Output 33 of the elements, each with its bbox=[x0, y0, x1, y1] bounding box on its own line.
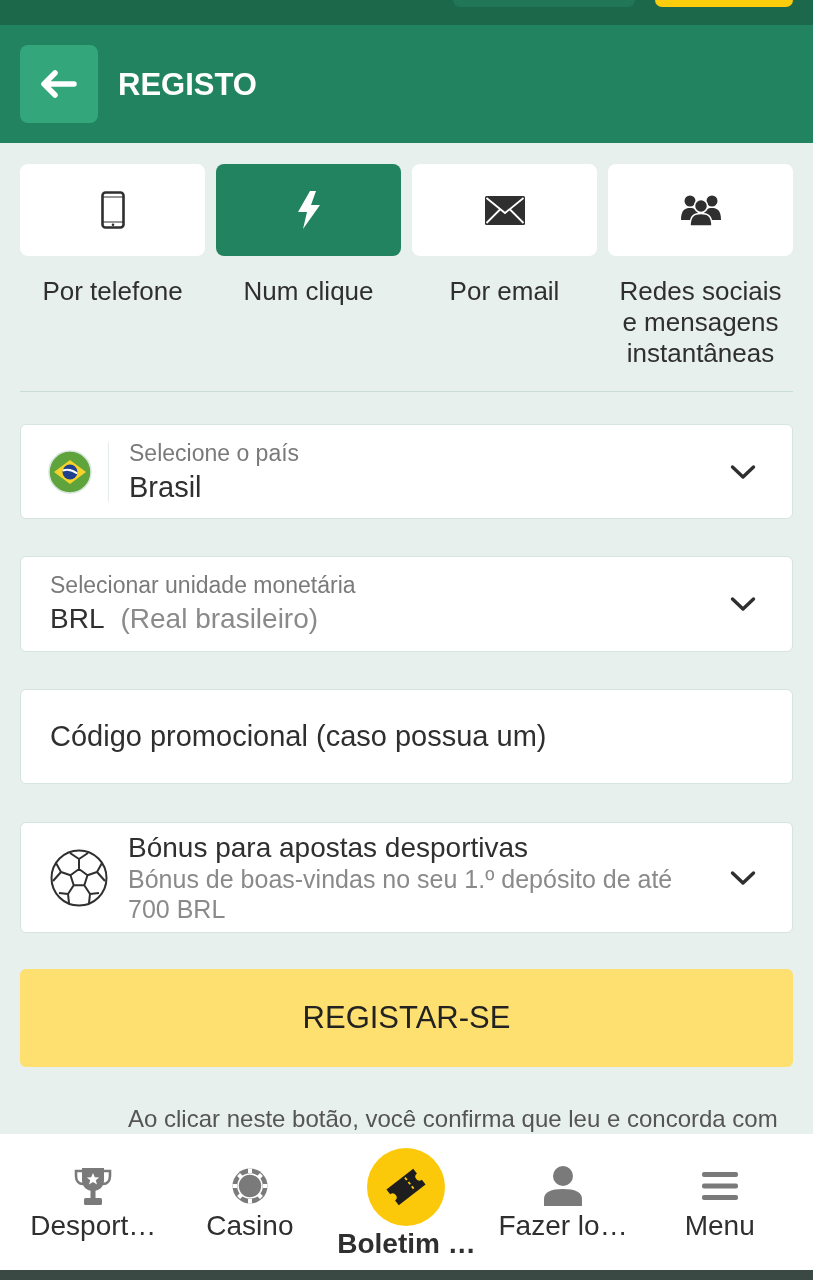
menu-icon bbox=[701, 1172, 738, 1200]
trophy-icon bbox=[73, 1166, 114, 1206]
brazil-flag-icon bbox=[48, 449, 92, 494]
disclaimer-text: Ao clicar neste botão, você confirma que leu e concorda com bbox=[128, 1105, 779, 1133]
soccer-ball-icon bbox=[50, 848, 108, 907]
poker-chip-icon bbox=[231, 1168, 268, 1204]
person-icon bbox=[544, 1166, 583, 1206]
chevron-down-icon bbox=[730, 869, 756, 886]
chevron-down-icon bbox=[730, 463, 756, 480]
bonus-select[interactable]: Bónus para apostas desportivas Bónus de boas-vindas no seu 1.º depósito de até 700 BRL bbox=[20, 822, 793, 933]
phone-icon bbox=[100, 191, 125, 229]
nav-item[interactable]: Fazer lo… bbox=[484, 1134, 642, 1270]
nav-item[interactable]: Casino bbox=[171, 1134, 329, 1270]
registration-method-tab[interactable]: Num clique bbox=[216, 164, 401, 369]
envelope-icon bbox=[484, 195, 525, 225]
lightning-icon bbox=[295, 191, 322, 229]
registration-method-tab[interactable]: Por telefone bbox=[20, 164, 205, 369]
nav-item[interactable]: Boletim … bbox=[328, 1134, 485, 1270]
currency-select[interactable]: Selecionar unidade monetária BRL (Real brasileiro) bbox=[20, 556, 793, 652]
nav-item[interactable]: Menu bbox=[641, 1134, 798, 1270]
country-select[interactable]: Selecione o país Brasil bbox=[20, 424, 793, 519]
registration-method-tab[interactable]: Redes sociais e mensagens instantâneas bbox=[608, 164, 793, 369]
registration-method-tab[interactable]: Por email bbox=[412, 164, 597, 369]
ticket-icon bbox=[367, 1148, 446, 1226]
nav-item[interactable]: Desport… bbox=[15, 1134, 172, 1270]
chevron-down-icon bbox=[730, 596, 756, 612]
promo-code-field[interactable]: Código promocional (caso possua um) bbox=[20, 689, 793, 784]
register-button[interactable]: REGISTAR-SE bbox=[20, 969, 793, 1067]
back-button[interactable] bbox=[20, 45, 98, 123]
header-action-button[interactable] bbox=[655, 0, 793, 7]
page-title: REGISTO bbox=[118, 68, 257, 100]
back-arrow-icon bbox=[41, 70, 77, 98]
users-icon bbox=[680, 194, 721, 226]
